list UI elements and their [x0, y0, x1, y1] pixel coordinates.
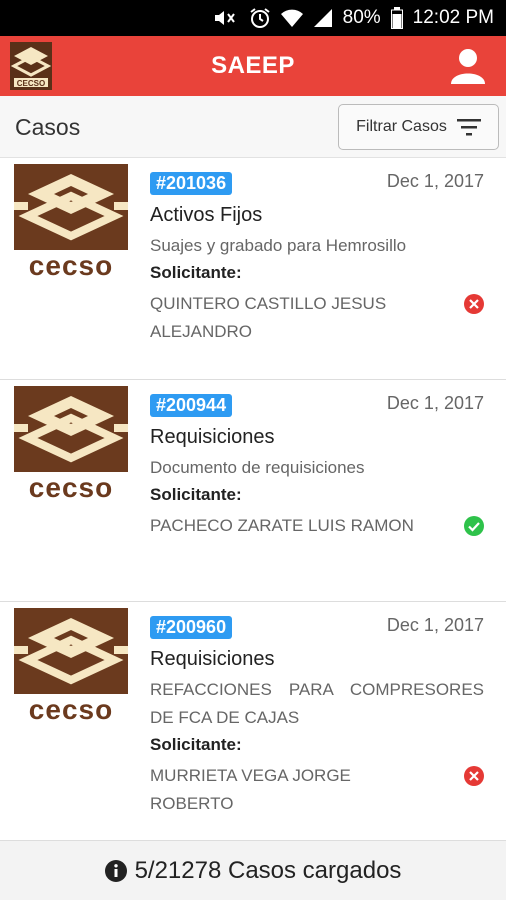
- loaded-count-footer: 5/21278 Casos cargados: [0, 840, 506, 900]
- loaded-count-text: 5/21278 Casos cargados: [134, 856, 402, 884]
- status-bar: 80% 12:02 PM: [0, 0, 506, 36]
- case-card[interactable]: cecso #200960 Dec 1, 2017 Requisiciones …: [0, 602, 506, 842]
- solicitante-name: PACHECO ZARATE LUIS RAMON: [150, 516, 414, 535]
- wifi-icon: [280, 8, 303, 28]
- case-id-badge: #201036: [150, 172, 233, 195]
- filter-icon: [456, 119, 481, 136]
- cecso-logo-thumbnail: cecso: [14, 164, 128, 278]
- case-type: Requisiciones: [150, 426, 275, 448]
- mute-icon: [213, 8, 239, 28]
- case-description: Suajes y grabado para Hemrosillo: [150, 236, 407, 255]
- cecso-logo-thumbnail: cecso: [14, 608, 128, 722]
- app-title: SAEEP: [211, 52, 295, 79]
- cecso-logo-icon: CECSO: [10, 42, 52, 90]
- case-card[interactable]: cecso #200944 Dec 1, 2017 Requisiciones …: [0, 380, 506, 602]
- case-id-badge: #200944: [150, 394, 233, 417]
- solicitante-label: Solicitante:: [150, 263, 242, 282]
- thumbnail-logo-text: cecso: [29, 250, 113, 278]
- clock-time: 12:02 PM: [412, 7, 494, 28]
- app-bar: CECSO SAEEP: [0, 36, 506, 96]
- case-id-badge: #200960: [150, 616, 233, 639]
- info-icon: [104, 859, 127, 882]
- case-list: cecso #201036 Dec 1, 2017 Activos Fijos …: [0, 158, 506, 842]
- cases-header: Casos Filtrar Casos: [0, 96, 506, 158]
- cecso-logo-thumbnail: cecso: [14, 386, 128, 500]
- thumbnail-logo-text: cecso: [29, 694, 113, 722]
- case-date: Dec 1, 2017: [386, 393, 484, 413]
- case-description: Documento de requisiciones: [150, 458, 365, 477]
- battery-percent: 80%: [342, 7, 381, 28]
- filter-button-label: Filtrar Casos: [356, 118, 447, 135]
- profile-icon[interactable]: [448, 46, 488, 86]
- case-date: Dec 1, 2017: [386, 615, 484, 635]
- case-description: REFACCIONES PARA COMPRESORES DE FCA DE C…: [150, 680, 484, 727]
- solicitante-name: QUINTERO CASTILLO JESUS ALEJANDRO: [150, 294, 387, 341]
- battery-icon: [390, 7, 403, 29]
- signal-icon: [313, 8, 333, 28]
- case-type: Activos Fijos: [150, 204, 263, 226]
- alarm-icon: [249, 7, 271, 29]
- case-type: Requisiciones: [150, 648, 275, 670]
- solicitante-label: Solicitante:: [150, 735, 242, 754]
- approved-status-icon: [464, 516, 484, 536]
- solicitante-label: Solicitante:: [150, 485, 242, 504]
- rejected-status-icon: [464, 294, 484, 314]
- rejected-status-icon: [464, 766, 484, 786]
- filter-cases-button[interactable]: Filtrar Casos: [338, 104, 499, 150]
- solicitante-name: MURRIETA VEGA JORGE ROBERTO: [150, 766, 351, 813]
- case-card[interactable]: cecso #201036 Dec 1, 2017 Activos Fijos …: [0, 158, 506, 380]
- thumbnail-logo-text: cecso: [29, 472, 113, 500]
- page-title: Casos: [15, 114, 81, 140]
- case-date: Dec 1, 2017: [386, 171, 484, 191]
- svg-text:CECSO: CECSO: [17, 79, 45, 88]
